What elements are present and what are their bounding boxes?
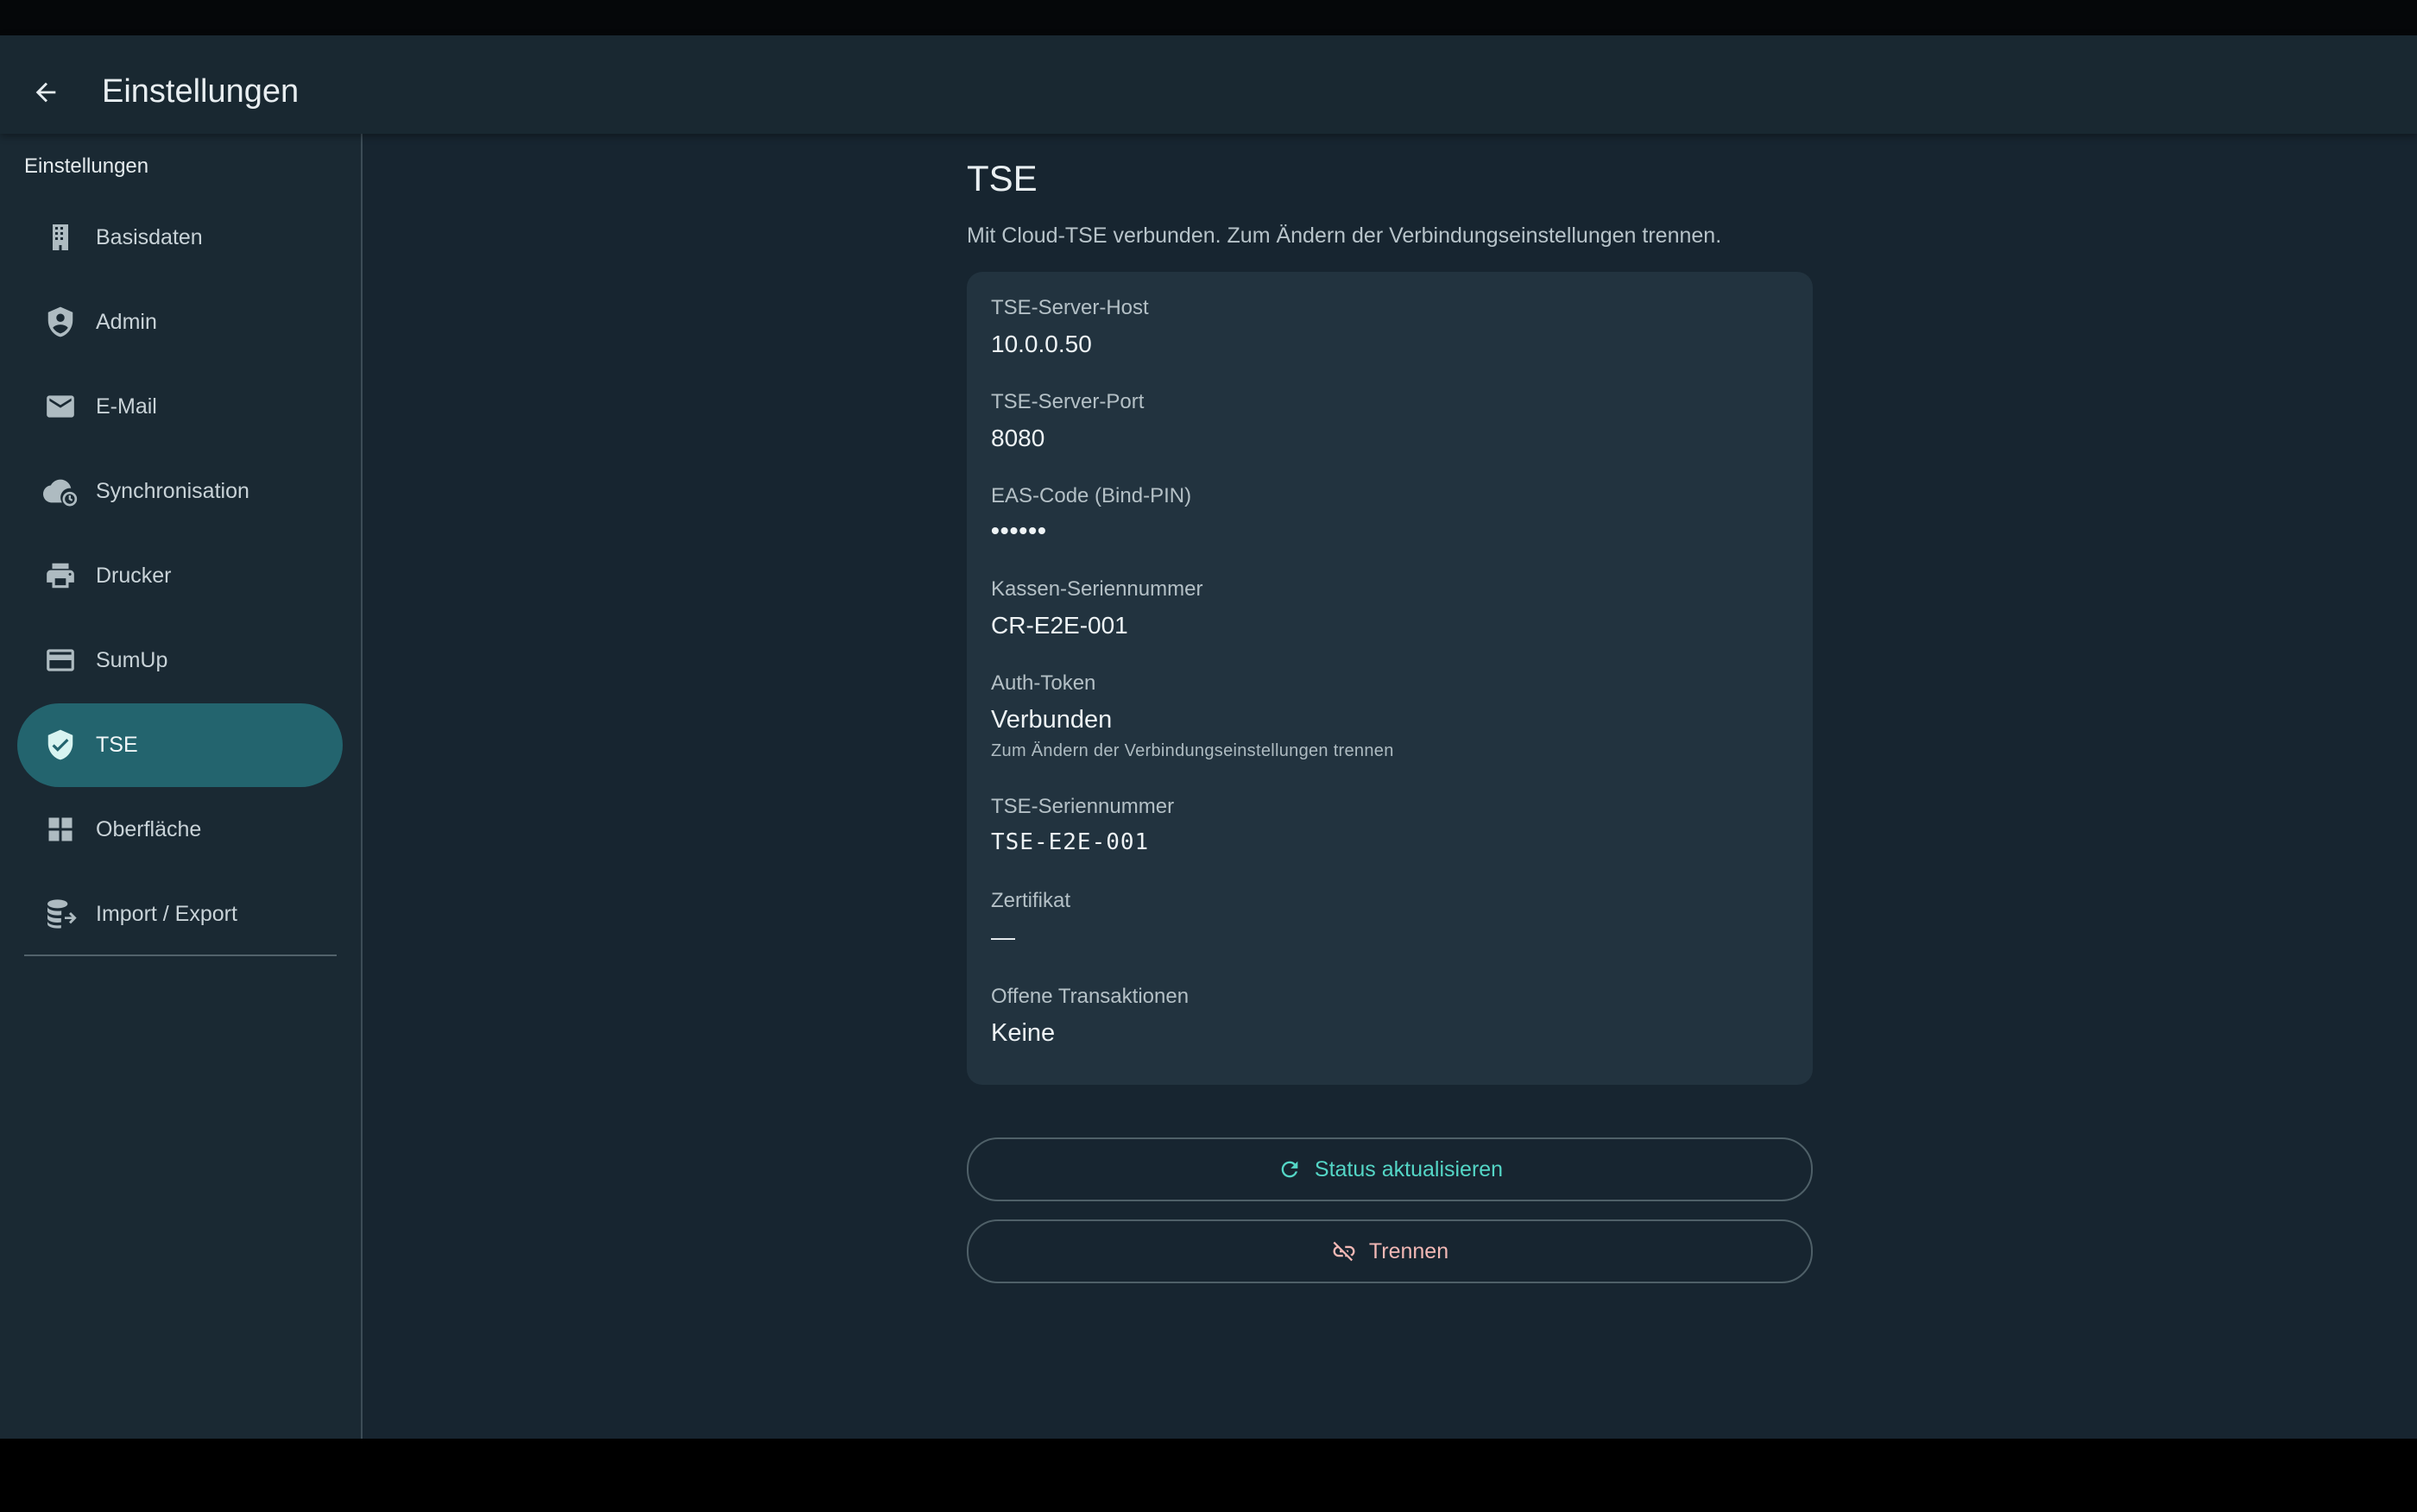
tse-status-card: TSE-Server-Host 10.0.0.50 TSE-Server-Por… — [967, 272, 1813, 1085]
sidebar-item-drucker[interactable]: Drucker — [17, 534, 343, 618]
field-offene-transaktionen: Offene Transaktionen Keine — [991, 985, 1189, 1048]
field-label: TSE-Server-Host — [991, 296, 1149, 319]
field-helper-text: Zum Ändern der Verbindungseinstellungen … — [991, 741, 1394, 760]
field-tse-server-host: TSE-Server-Host 10.0.0.50 — [991, 296, 1149, 358]
sidebar-item-label: E-Mail — [96, 394, 157, 419]
field-label: Zertifikat — [991, 889, 1071, 912]
field-label: TSE-Seriennummer — [991, 795, 1175, 818]
database-export-icon — [43, 897, 78, 931]
back-button[interactable] — [17, 64, 74, 121]
sidebar-item-import-export[interactable]: Import / Export — [17, 873, 343, 956]
field-value: — — [991, 923, 1015, 950]
building-icon — [43, 220, 78, 255]
window-bottom-bar — [0, 1439, 2417, 1512]
sidebar-item-label: Drucker — [96, 564, 172, 588]
arrow-left-icon — [35, 82, 56, 103]
disconnect-button[interactable]: Trennen — [967, 1219, 1813, 1283]
field-value: 8080 — [991, 425, 1045, 451]
field-kassen-seriennummer: Kassen-Seriennummer CR-E2E-001 — [991, 577, 1202, 639]
sidebar-item-label: TSE — [96, 733, 138, 757]
sidebar-item-tse[interactable]: TSE — [17, 703, 343, 787]
sidebar-item-email[interactable]: E-Mail — [17, 365, 343, 449]
sidebar-item-label: Import / Export — [96, 902, 237, 926]
field-label: Auth-Token — [991, 671, 1096, 695]
app-window: Einstellungen Einstellungen Basisdaten A… — [0, 35, 2417, 1439]
sidebar-item-synchronisation[interactable]: Synchronisation — [17, 450, 343, 533]
field-value: Verbunden — [991, 706, 1113, 734]
sidebar-item-label: Basisdaten — [96, 225, 203, 249]
sidebar-heading: Einstellungen — [24, 154, 149, 178]
field-tse-seriennummer: TSE-Seriennummer TSE-E2E-001 — [991, 795, 1174, 855]
window-top-bar — [0, 0, 2417, 35]
verified-shield-icon — [43, 728, 78, 762]
refresh-button-label: Status aktualisieren — [1314, 1156, 1504, 1181]
field-value: 10.0.0.50 — [991, 331, 1092, 357]
page-subtitle: Mit Cloud-TSE verbunden. Zum Ändern der … — [967, 224, 1722, 248]
dashboard-grid-icon — [43, 812, 78, 847]
refresh-status-button[interactable]: Status aktualisieren — [967, 1137, 1813, 1201]
sidebar-item-label: Synchronisation — [96, 479, 249, 503]
field-value: Keine — [991, 1019, 1056, 1047]
sidebar-item-label: SumUp — [96, 648, 168, 672]
email-icon — [43, 389, 78, 424]
field-label: TSE-Server-Port — [991, 390, 1145, 413]
field-tse-server-port: TSE-Server-Port 8080 — [991, 390, 1144, 452]
sidebar-item-label: Admin — [96, 310, 157, 334]
sidebar-item-sumup[interactable]: SumUp — [17, 619, 343, 702]
field-eas-code: EAS-Code (Bind-PIN) •••••• — [991, 484, 1191, 543]
refresh-icon — [1277, 1156, 1303, 1182]
disconnect-button-label: Trennen — [1368, 1238, 1449, 1263]
field-value: CR-E2E-001 — [991, 612, 1128, 639]
app-bar: Einstellungen — [0, 35, 2417, 134]
field-label: Offene Transaktionen — [991, 985, 1190, 1008]
sidebar-item-oberflaeche[interactable]: Oberfläche — [17, 788, 343, 872]
credit-card-icon — [43, 643, 78, 677]
link-off-icon — [1331, 1238, 1357, 1264]
cloud-sync-icon — [43, 474, 78, 508]
settings-sidebar: Einstellungen Basisdaten Admin E-Mail Sy… — [0, 134, 363, 1439]
printer-icon — [43, 558, 78, 593]
field-zertifikat: Zertifikat — — [991, 889, 1070, 951]
app-title: Einstellungen — [102, 73, 300, 110]
field-label: EAS-Code (Bind-PIN) — [991, 484, 1192, 507]
sidebar-divider — [24, 954, 337, 956]
field-value: TSE-E2E-001 — [991, 829, 1150, 855]
sidebar-item-basisdaten[interactable]: Basisdaten — [17, 196, 343, 280]
page-title: TSE — [967, 158, 1038, 198]
admin-shield-icon — [43, 305, 78, 339]
field-auth-token: Auth-Token Verbunden Zum Ändern der Verb… — [991, 671, 1394, 761]
field-label: Kassen-Seriennummer — [991, 577, 1203, 601]
sidebar-item-label: Oberfläche — [96, 817, 202, 841]
sidebar-item-admin[interactable]: Admin — [17, 280, 343, 364]
masked-value: •••••• — [991, 517, 1047, 544]
